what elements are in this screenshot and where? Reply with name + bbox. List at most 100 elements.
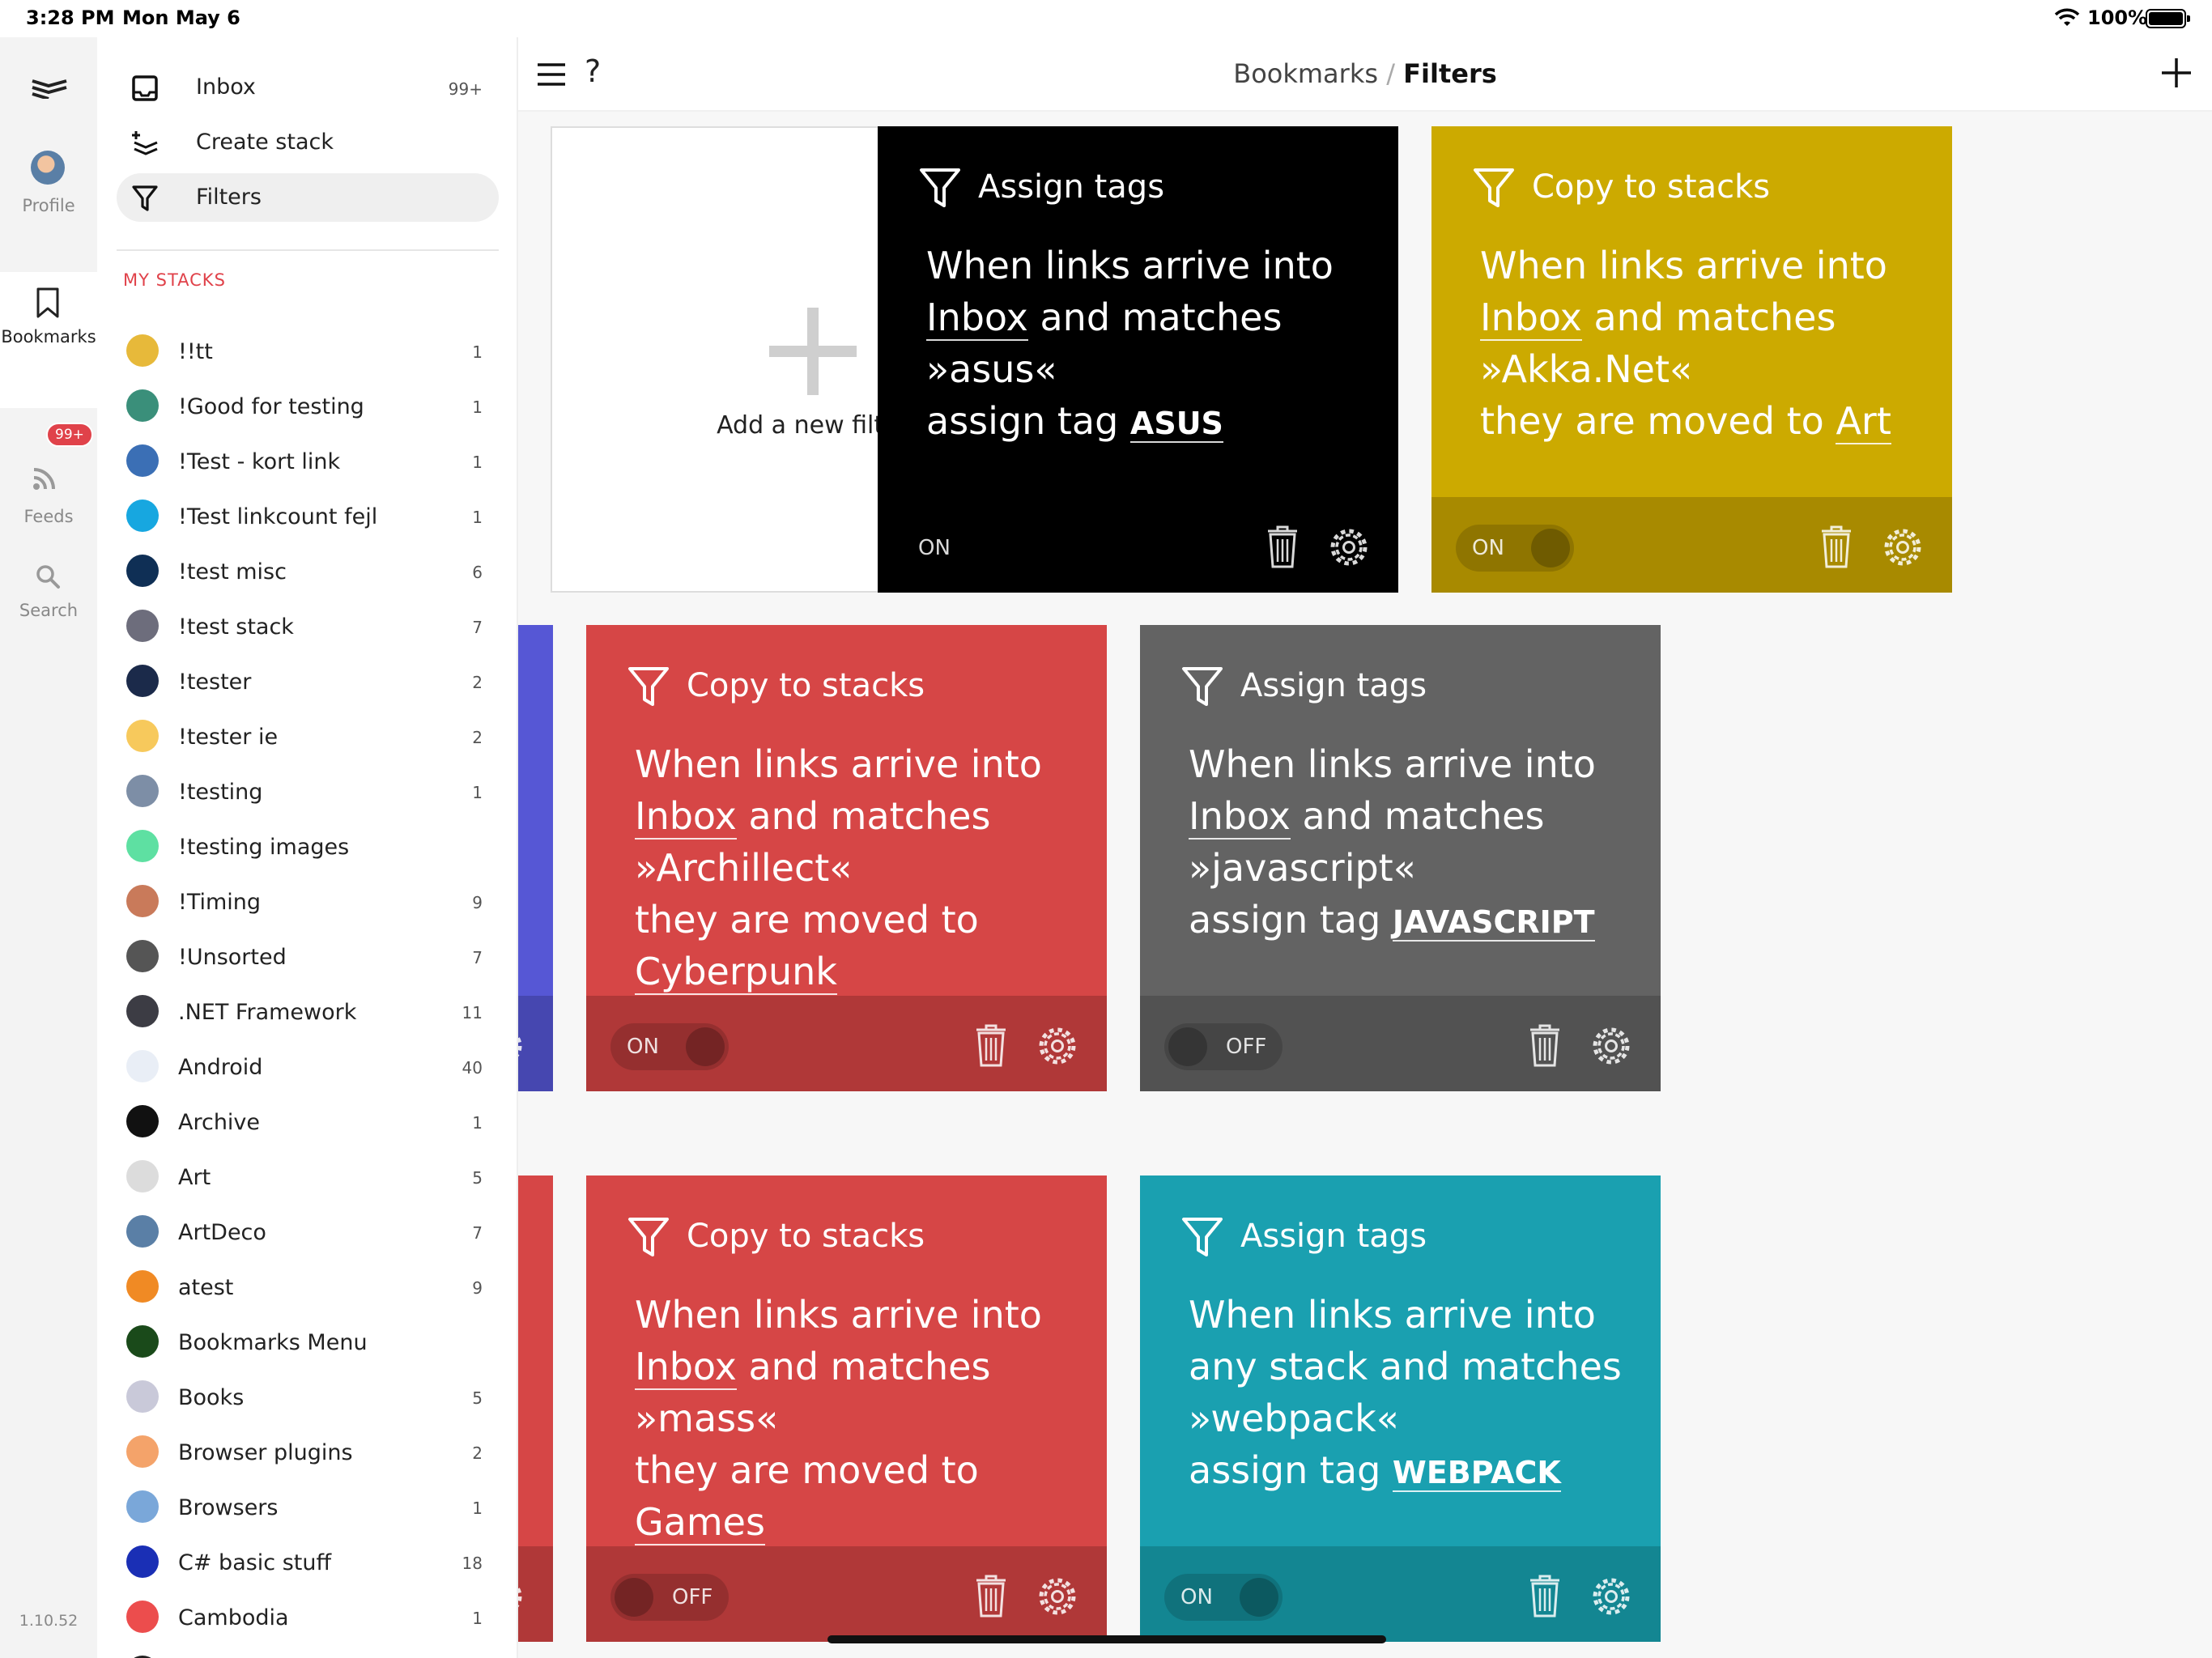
gear-icon[interactable] [518,1575,525,1618]
filter-line: Inbox and matches [926,291,1380,343]
sidebar-stack-item[interactable]: Clothes2 [117,1647,499,1658]
filter-card[interactable]: Assign tags When links arrive into Inbox a… [878,126,1398,593]
filter-link[interactable]: Cyberpunk [635,950,837,995]
filter-card[interactable]: Copy to stacksWhen links arrive intoInbo… [586,1175,1107,1642]
filter-text: When links arrive into [1480,244,1887,287]
status-time: 3:28 PM [26,6,115,29]
filter-link[interactable]: Inbox [635,1345,737,1390]
sidebar-stack-item[interactable]: Android 40 [117,1042,499,1090]
gear-icon[interactable] [1036,1575,1078,1618]
rail-item-profile[interactable]: Profile [0,151,97,272]
trash-icon[interactable] [975,1574,1007,1618]
sidebar-stack-item[interactable]: Books 5 [117,1372,499,1421]
filter-toggle[interactable]: ON [1164,1574,1283,1621]
filter-text: assign tag [926,399,1130,443]
filter-description: When links arrive intoInbox and matches»… [518,738,534,946]
filter-toggle[interactable]: ON [1456,525,1574,572]
sidebar-stack-item[interactable]: Art 5 [117,1152,499,1201]
sidebar-stack-item[interactable]: !testing images [117,822,499,870]
filter-toggle[interactable]: ON [610,1023,729,1070]
filter-card[interactable]: Copy to stacksWhen links arrive intoInbo… [518,1175,553,1642]
sidebar-stack-item[interactable]: !Test - kort link 1 [117,436,499,485]
filter-card[interactable]: Assign tags When links arrive into Inbox a… [1140,625,1661,1091]
gear-icon[interactable] [518,1025,525,1067]
stack-avatar [126,444,159,477]
filter-link[interactable]: Inbox [1189,794,1291,840]
filter-tag[interactable]: WEBPACK [1392,1455,1561,1492]
sidebar-stack-item[interactable]: !Unsorted 7 [117,932,499,980]
filter-text: assign tag [1189,1448,1393,1492]
trash-icon[interactable] [1529,1023,1561,1067]
filter-line: »xiive« [518,842,534,894]
filter-card[interactable]: Copy to stacksWhen links arrive intoInbo… [518,625,553,1091]
rail-item-bookmarks[interactable]: Bookmarks [0,272,97,408]
sidebar-stack-item[interactable]: .NET Framework 11 [117,987,499,1035]
trash-icon[interactable] [1820,525,1853,568]
sidebar-stack-item[interactable]: !tester ie 2 [117,712,499,760]
filter-title: Copy to stacks [1532,168,1771,206]
filter-link[interactable]: Games [635,1500,765,1545]
sidebar-stack-item[interactable]: Bookmarks Menu [117,1317,499,1366]
filter-link[interactable]: Art [1836,399,1891,444]
stack-name: !Unsorted [178,945,287,970]
sidebar-stack-item[interactable]: C# basic stuff 18 [117,1537,499,1586]
sidebar-stack-item[interactable]: !test misc 6 [117,546,499,595]
sidebar-stack-item[interactable]: !testing 1 [117,767,499,815]
sidebar-stack-item[interactable]: ArtDeco 7 [117,1207,499,1256]
filter-description: When links arrive intoInbox and matches»… [635,1289,1088,1548]
sidebar-divider [117,249,499,251]
gear-icon[interactable] [1036,1025,1078,1067]
toggle-knob [686,1027,725,1066]
filter-card[interactable]: Copy to stacksWhen links arrive intoInbo… [586,625,1107,1091]
filter-toggle[interactable]: OFF [1164,1023,1283,1070]
filter-card[interactable]: Copy to stacks When links arrive into Inbo… [1431,126,1952,593]
sidebar-item-create-stack[interactable]: Create stack [117,118,499,167]
filter-text: and matches [1027,295,1283,339]
sidebar-stack-item[interactable]: !tester 2 [117,657,499,705]
stack-avatar [126,1325,159,1358]
stack-avatar [126,555,159,587]
rail-item-search[interactable]: Search [0,555,97,653]
trash-icon[interactable] [1529,1574,1561,1618]
stack-count: 2 [472,1443,483,1463]
gear-icon[interactable] [1882,526,1924,568]
filter-toggle[interactable]: OFF [610,1574,729,1621]
inbox-icon [132,75,158,101]
sidebar-stack-item[interactable]: !!tt 1 [117,326,499,375]
breadcrumb-parent[interactable]: Bookmarks [1233,58,1378,89]
filter-line: they are moved to [635,1444,1088,1496]
app-logo-icon[interactable] [31,78,68,99]
filter-toggle[interactable]: ON [902,525,1020,572]
gear-icon[interactable] [1328,526,1370,568]
sidebar-stack-item[interactable]: Browsers 1 [117,1482,499,1531]
filter-tag[interactable]: JAVASCRIPT [1392,904,1595,942]
filter-description: When links arrive intoInbox and matches»… [635,738,1088,997]
filter-link[interactable]: Inbox [635,794,737,840]
filter-tag[interactable]: ASUS [1129,406,1223,443]
sidebar-stack-item[interactable]: !Good for testing 1 [117,381,499,430]
add-icon[interactable] [2159,55,2194,91]
filter-line: Inbox and matches [635,790,1088,842]
stack-name: C# basic stuff [178,1550,332,1575]
sidebar-stack-item[interactable]: !test stack 7 [117,602,499,650]
trash-icon[interactable] [975,1023,1007,1067]
gear-icon[interactable] [1590,1025,1632,1067]
filter-icon [628,1218,669,1256]
sidebar-item-inbox[interactable]: Inbox 99+ [117,63,499,112]
sidebar-stack-item[interactable]: Cambodia 1 [117,1592,499,1641]
filter-line: Inbox and matches [518,790,534,842]
gear-icon[interactable] [1590,1575,1632,1618]
filter-footer: ON [1140,1546,1661,1642]
sidebar-stack-item[interactable]: atest 9 [117,1262,499,1311]
sidebar-stack-item[interactable]: Browser plugins 2 [117,1427,499,1476]
sidebar-stack-item[interactable]: !Test linkcount fejl 1 [117,491,499,540]
sidebar-item-filters[interactable]: Filters [117,173,499,222]
stack-count: 5 [472,1168,483,1188]
filter-link[interactable]: Inbox [1480,295,1582,341]
profile-avatar [31,151,65,185]
sidebar-stack-item[interactable]: !Timing 9 [117,877,499,925]
filter-card[interactable]: Assign tags When links arrive into any sta… [1140,1175,1661,1642]
sidebar-stack-item[interactable]: Archive 1 [117,1097,499,1146]
filter-link[interactable]: Inbox [926,295,1028,341]
trash-icon[interactable] [1266,525,1299,568]
